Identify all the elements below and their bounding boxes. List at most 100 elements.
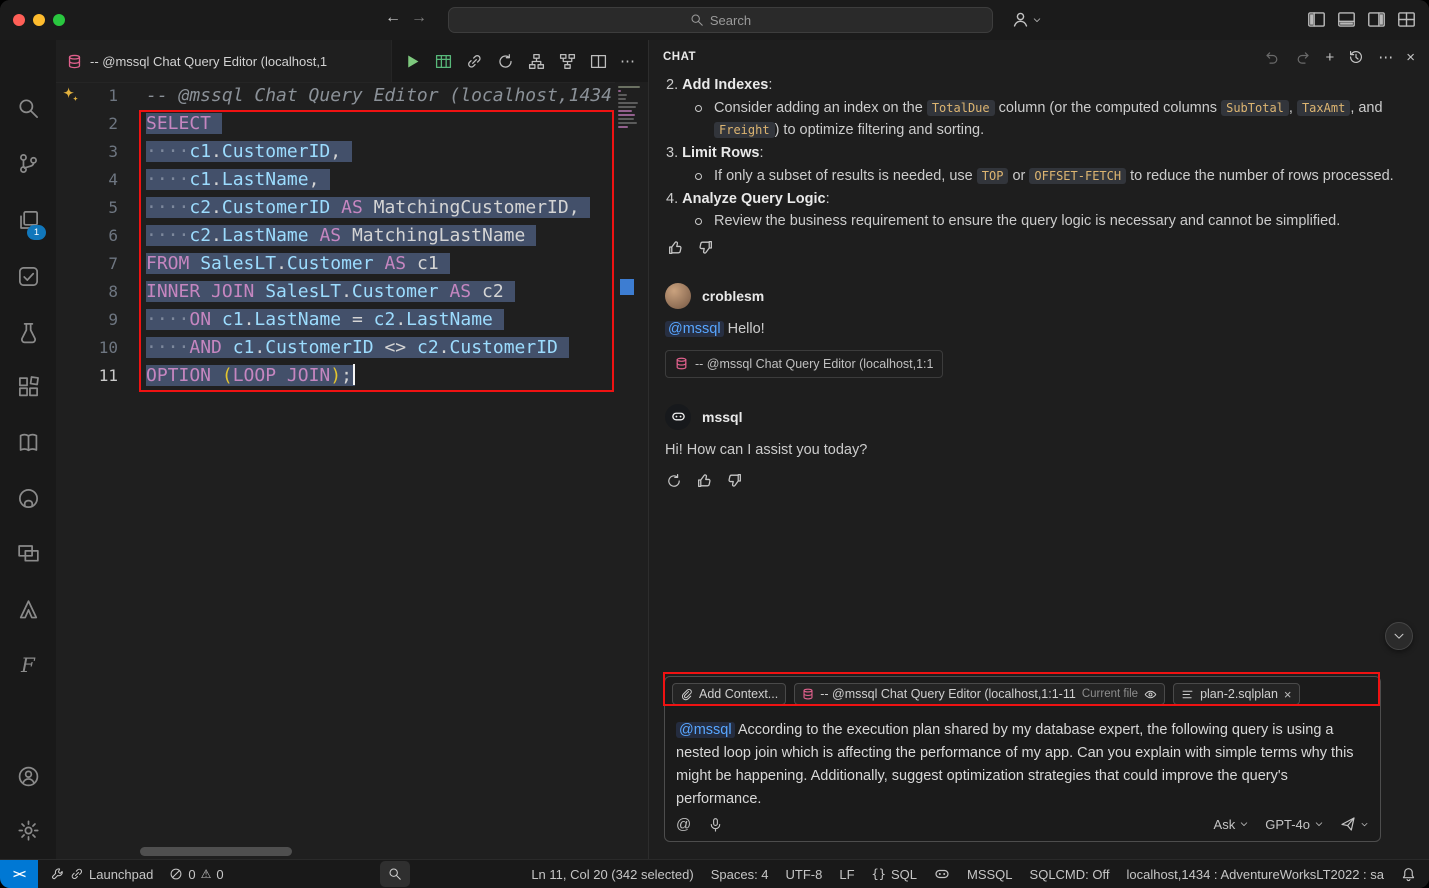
chat-input-text[interactable]: @mssql According to the execution plan s… (665, 711, 1380, 811)
command-center-search[interactable]: Search (448, 7, 993, 33)
sqlcmd-item[interactable]: SQLCMD: Off (1030, 867, 1110, 882)
zoom-indicator[interactable] (380, 861, 410, 887)
toggle-secondary-sidebar-button[interactable] (1367, 10, 1386, 29)
minimap[interactable] (615, 82, 648, 860)
mode-picker[interactable]: Ask (1214, 817, 1250, 832)
model-picker[interactable]: GPT-4o (1265, 817, 1324, 832)
forward-button[interactable]: → (408, 9, 430, 27)
tab-chat-query-editor[interactable]: -- @mssql Chat Query Editor (localhost,1 (56, 40, 392, 82)
more-actions-button[interactable]: ⋯ (620, 52, 635, 70)
text-cursor (353, 364, 355, 385)
code-line[interactable]: 10····AND c1.CustomerID <> c2.CustomerID (56, 334, 648, 362)
copilot-sparkle-icon[interactable] (61, 86, 80, 114)
change-connection-button[interactable] (496, 52, 514, 70)
thumbs-up-button[interactable] (695, 472, 713, 490)
code-line[interactable]: 11OPTION (LOOP JOIN); (56, 362, 648, 390)
mode-label: Ask (1214, 817, 1236, 832)
regenerate-button[interactable] (665, 472, 683, 490)
sidebar-item-docs[interactable] (0, 420, 56, 464)
cursor-position-item[interactable]: Ln 11, Col 20 (342 selected) (531, 867, 693, 882)
account-button[interactable] (0, 754, 56, 798)
chat-conversation[interactable]: 2. Add Indexes:Consider adding an index … (649, 74, 1429, 674)
eol-item[interactable]: LF (839, 867, 854, 882)
line-number: 5 (56, 194, 118, 222)
remove-context-button[interactable]: × (1284, 687, 1292, 702)
sidebar-item-references[interactable]: 1 (0, 198, 56, 242)
chat-history-button[interactable] (1347, 48, 1365, 66)
user-avatar (665, 283, 691, 309)
language-item[interactable]: {} SQL (872, 867, 917, 882)
sidebar-item-database-projects[interactable]: F (0, 643, 56, 687)
launchpad-item[interactable]: Launchpad (51, 867, 153, 882)
status-left: Launchpad 0 ⚠ 0 (51, 867, 224, 882)
mssql-item[interactable]: MSSQL (967, 867, 1013, 882)
send-button[interactable] (1340, 816, 1369, 832)
sidebar-item-extensions[interactable] (0, 365, 56, 409)
copilot-status-item[interactable] (934, 866, 950, 882)
new-chat-button[interactable]: + (1325, 50, 1334, 65)
query-plan-button[interactable] (558, 52, 576, 70)
sidebar-item-search[interactable] (0, 86, 56, 130)
results-grid-button[interactable] (434, 52, 452, 70)
thumbs-down-button[interactable] (696, 239, 714, 257)
mention-chip[interactable]: @mssql (665, 321, 724, 337)
chat-close-button[interactable]: × (1406, 50, 1415, 65)
inline-code: SubTotal (1221, 100, 1289, 116)
notifications-button[interactable] (1401, 867, 1416, 882)
remote-indicator[interactable]: >< (0, 860, 38, 888)
close-window-button[interactable] (13, 14, 25, 26)
settings-button[interactable] (0, 808, 56, 852)
context-plan-pill[interactable]: plan-2.sqlplan × (1173, 683, 1299, 705)
encoding-item[interactable]: UTF-8 (786, 867, 823, 882)
add-context-button[interactable]: Add Context... (672, 683, 786, 705)
connection-button[interactable] (465, 52, 483, 70)
sidebar-item-github[interactable] (0, 476, 56, 520)
chat-redo-button[interactable] (1294, 48, 1312, 66)
sidebar-item-testing[interactable] (0, 254, 56, 298)
chat-more-button[interactable]: ⋯ (1378, 50, 1393, 65)
customize-layout-button[interactable] (1397, 10, 1416, 29)
code-line[interactable]: 9····ON c1.LastName = c2.LastName (56, 306, 648, 334)
mention-chip[interactable]: @mssql (676, 722, 735, 738)
connection-item[interactable]: localhost,1434 : AdventureWorksLT2022 : … (1126, 867, 1384, 882)
maximize-window-button[interactable] (53, 14, 65, 26)
editor-actions: ⋯ (392, 40, 635, 82)
sidebar-item-source-control[interactable] (0, 141, 56, 185)
mention-button[interactable]: @ (676, 816, 691, 833)
problems-item[interactable]: 0 ⚠ 0 (169, 867, 223, 882)
code-line[interactable]: 8INNER JOIN SalesLT.Customer AS c2 (56, 278, 648, 306)
chat-undo-button[interactable] (1263, 48, 1281, 66)
toggle-panel-button[interactable] (1337, 10, 1356, 29)
code-editor[interactable]: 1-- @mssql Chat Query Editor (localhost,… (56, 82, 648, 860)
code-line[interactable]: 6····c2.LastName AS MatchingLastName (56, 222, 648, 250)
f-icon: F (21, 653, 35, 677)
minimize-window-button[interactable] (33, 14, 45, 26)
sidebar-item-azure[interactable] (0, 587, 56, 631)
scroll-to-bottom-button[interactable] (1385, 622, 1413, 650)
back-button[interactable]: ← (382, 9, 404, 27)
eye-icon[interactable] (1144, 688, 1157, 701)
thumbs-down-button[interactable] (725, 472, 743, 490)
code-line[interactable]: 3····c1.CustomerID, (56, 138, 648, 166)
estimated-plan-button[interactable] (527, 52, 545, 70)
indentation-item[interactable]: Spaces: 4 (711, 867, 769, 882)
context-file-pill[interactable]: -- @mssql Chat Query Editor (localhost,1… (794, 683, 1165, 705)
horizontal-scrollbar[interactable] (140, 847, 292, 856)
code-line[interactable]: 1-- @mssql Chat Query Editor (localhost,… (56, 82, 648, 110)
code-line[interactable]: 5····c2.CustomerID AS MatchingCustomerID… (56, 194, 648, 222)
voice-input-button[interactable] (706, 815, 724, 833)
warning-icon: ⚠ (201, 867, 212, 881)
account-menu-button[interactable] (1011, 10, 1042, 29)
code-line[interactable]: 4····c1.LastName, (56, 166, 648, 194)
chat-input-box[interactable]: Add Context... -- @mssql Chat Query Edit… (664, 676, 1381, 842)
split-editor-button[interactable] (589, 52, 607, 70)
toggle-primary-sidebar-button[interactable] (1307, 10, 1326, 29)
sidebar-item-run-debug[interactable] (0, 310, 56, 354)
thumbs-up-button[interactable] (666, 239, 684, 257)
sidebar-item-remote-explorer[interactable] (0, 531, 56, 575)
code-line[interactable]: 7FROM SalesLT.Customer AS c1 (56, 250, 648, 278)
line-number: 8 (56, 278, 118, 306)
run-query-button[interactable] (403, 52, 421, 70)
user-attachment-pill[interactable]: -- @mssql Chat Query Editor (localhost,1… (665, 350, 943, 378)
code-line[interactable]: 2SELECT (56, 110, 648, 138)
